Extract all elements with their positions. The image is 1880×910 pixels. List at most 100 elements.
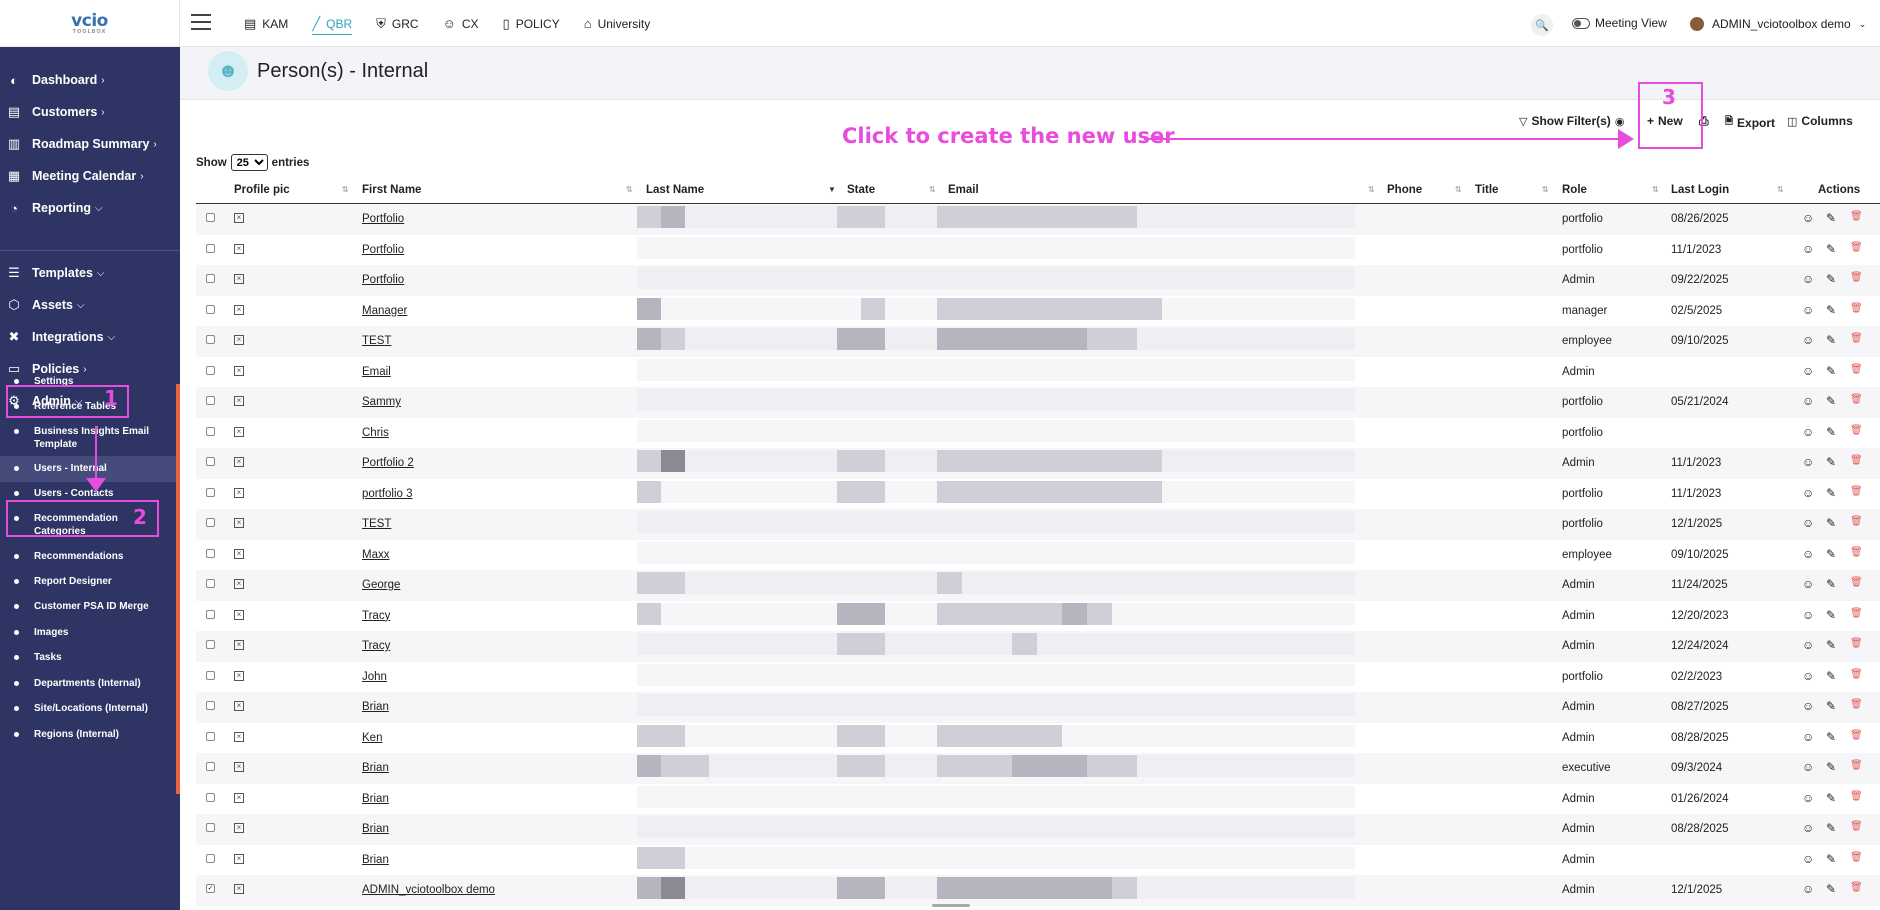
- impersonate-icon[interactable]: ☺: [1802, 547, 1814, 561]
- impersonate-icon[interactable]: ☺: [1802, 455, 1814, 469]
- delete-trash-icon[interactable]: 🗑: [1850, 638, 1863, 649]
- delete-trash-icon[interactable]: 🗑: [1850, 608, 1863, 619]
- edit-pencil-icon[interactable]: ✎: [1826, 303, 1836, 317]
- sidebar-subitem-report-designer[interactable]: Report Designer: [0, 575, 176, 589]
- edit-pencil-icon[interactable]: ✎: [1826, 608, 1836, 622]
- user-menu[interactable]: ADMIN_vciotoolbox demo ⌄: [1690, 17, 1866, 31]
- delete-trash-icon[interactable]: 🗑: [1850, 699, 1863, 710]
- column-header-actions[interactable]: Actions: [1818, 184, 1860, 196]
- sidebar-item-customers[interactable]: ▤ Customers ›: [0, 97, 176, 127]
- row-checkbox[interactable]: [206, 762, 215, 771]
- delete-trash-icon[interactable]: 🗑: [1850, 577, 1863, 588]
- impersonate-icon[interactable]: ☺: [1802, 303, 1814, 317]
- impersonate-icon[interactable]: ☺: [1802, 577, 1814, 591]
- search-icon[interactable]: 🔍: [1531, 14, 1553, 36]
- impersonate-icon[interactable]: ☺: [1802, 516, 1814, 530]
- sidebar-item-roadmap-summary[interactable]: ▥ Roadmap Summary ›: [0, 129, 176, 159]
- first-name-link[interactable]: Email: [362, 366, 391, 378]
- sort-icon[interactable]: ⇅: [929, 185, 936, 194]
- delete-trash-icon[interactable]: 🗑: [1850, 303, 1863, 314]
- delete-trash-icon[interactable]: 🗑: [1850, 730, 1863, 741]
- first-name-link[interactable]: TEST: [362, 518, 391, 530]
- row-checkbox[interactable]: ✓: [206, 884, 215, 893]
- first-name-link[interactable]: Brian: [362, 793, 389, 805]
- row-checkbox[interactable]: [206, 792, 215, 802]
- delete-trash-icon[interactable]: 🗑: [1850, 852, 1863, 863]
- first-name-link[interactable]: Tracy: [362, 640, 390, 652]
- first-name-link[interactable]: Brian: [362, 762, 389, 774]
- module-cx[interactable]: ☺ CX: [443, 0, 479, 47]
- edit-pencil-icon[interactable]: ✎: [1826, 516, 1836, 530]
- impersonate-icon[interactable]: ☺: [1802, 242, 1814, 256]
- first-name-link[interactable]: Maxx: [362, 549, 389, 561]
- row-checkbox[interactable]: [206, 548, 215, 558]
- impersonate-icon[interactable]: ☺: [1802, 272, 1814, 286]
- delete-trash-icon[interactable]: 🗑: [1850, 242, 1863, 253]
- impersonate-icon[interactable]: ☺: [1802, 486, 1814, 500]
- first-name-link[interactable]: ADMIN_vciotoolbox demo: [362, 884, 495, 896]
- first-name-link[interactable]: Sammy: [362, 396, 401, 408]
- sidebar-subitem-tasks[interactable]: Tasks: [0, 651, 176, 665]
- edit-pencil-icon[interactable]: ✎: [1826, 211, 1836, 225]
- first-name-link[interactable]: Portfolio 2: [362, 457, 414, 469]
- impersonate-icon[interactable]: ☺: [1802, 638, 1814, 652]
- sort-icon[interactable]: ⇅: [1777, 185, 1784, 194]
- first-name-link[interactable]: Brian: [362, 823, 389, 835]
- row-checkbox[interactable]: [206, 670, 215, 680]
- sidebar-item-assets[interactable]: ⬡ Assets ⌵: [0, 290, 176, 320]
- row-checkbox[interactable]: [206, 518, 215, 527]
- horizontal-scrollbar[interactable]: [932, 904, 970, 907]
- edit-pencil-icon[interactable]: ✎: [1826, 882, 1836, 896]
- columns-button[interactable]: ◫ Columns: [1787, 114, 1853, 128]
- edit-pencil-icon[interactable]: ✎: [1826, 821, 1836, 835]
- delete-trash-icon[interactable]: 🗑: [1850, 486, 1863, 497]
- delete-trash-icon[interactable]: 🗑: [1850, 760, 1863, 771]
- export-button[interactable]: 🗎 Export: [1725, 114, 1775, 131]
- first-name-link[interactable]: Ken: [362, 732, 382, 744]
- sort-icon[interactable]: ⇅: [1652, 185, 1659, 194]
- row-checkbox[interactable]: [206, 609, 215, 619]
- row-checkbox[interactable]: [206, 335, 215, 344]
- first-name-link[interactable]: John: [362, 671, 387, 683]
- edit-pencil-icon[interactable]: ✎: [1826, 272, 1836, 286]
- delete-trash-icon[interactable]: 🗑: [1850, 882, 1863, 893]
- sort-icon[interactable]: ⇅: [626, 185, 633, 194]
- edit-pencil-icon[interactable]: ✎: [1826, 242, 1836, 256]
- entries-select[interactable]: 25: [230, 154, 268, 171]
- first-name-link[interactable]: Brian: [362, 701, 389, 713]
- sidebar-item-templates[interactable]: ☰ Templates ⌵: [0, 258, 176, 288]
- sidebar-subitem-departments-internal[interactable]: Departments (Internal): [0, 677, 176, 691]
- first-name-link[interactable]: George: [362, 579, 400, 591]
- column-header-email[interactable]: Email: [948, 184, 979, 196]
- hamburger-menu-icon[interactable]: [191, 14, 211, 30]
- delete-trash-icon[interactable]: 🗑: [1850, 333, 1863, 344]
- row-checkbox[interactable]: [206, 274, 215, 283]
- delete-trash-icon[interactable]: 🗑: [1850, 394, 1863, 405]
- row-checkbox[interactable]: [206, 731, 215, 741]
- sidebar-item-meeting-calendar[interactable]: ▦ Meeting Calendar ›: [0, 161, 176, 191]
- sort-desc-icon[interactable]: ▼: [828, 185, 836, 194]
- sort-icon[interactable]: ⇅: [342, 185, 349, 194]
- sidebar-subitem-business-insights-email-template[interactable]: Business Insights Email Template: [0, 425, 176, 451]
- edit-pencil-icon[interactable]: ✎: [1826, 455, 1836, 469]
- delete-trash-icon[interactable]: 🗑: [1850, 364, 1863, 375]
- logo[interactable]: vcio TOOLBOX: [0, 0, 180, 47]
- module-kam[interactable]: ▤ KAM: [244, 0, 288, 47]
- sidebar-subitem-recommendations[interactable]: Recommendations: [0, 550, 176, 564]
- first-name-link[interactable]: Manager: [362, 305, 407, 317]
- module-qbr[interactable]: ╱ QBR: [312, 0, 352, 47]
- impersonate-icon[interactable]: ☺: [1802, 699, 1814, 713]
- edit-pencil-icon[interactable]: ✎: [1826, 577, 1836, 591]
- sidebar-item-reporting[interactable]: ◔ Reporting ⌵: [0, 193, 176, 223]
- show-filters-button[interactable]: ▽ Show Filter(s) ◉: [1519, 114, 1624, 128]
- module-grc[interactable]: ⛨ GRC: [376, 0, 418, 47]
- column-header-profile-pic[interactable]: Profile pic: [234, 184, 290, 196]
- delete-trash-icon[interactable]: 🗑: [1850, 272, 1863, 283]
- row-checkbox[interactable]: [206, 396, 215, 405]
- edit-pencil-icon[interactable]: ✎: [1826, 364, 1836, 378]
- edit-pencil-icon[interactable]: ✎: [1826, 730, 1836, 744]
- sidebar-subitem-site-locations-internal[interactable]: Site/Locations (Internal): [0, 702, 176, 728]
- row-checkbox[interactable]: [206, 640, 215, 649]
- edit-pencil-icon[interactable]: ✎: [1826, 394, 1836, 408]
- sort-icon[interactable]: ⇅: [1542, 185, 1549, 194]
